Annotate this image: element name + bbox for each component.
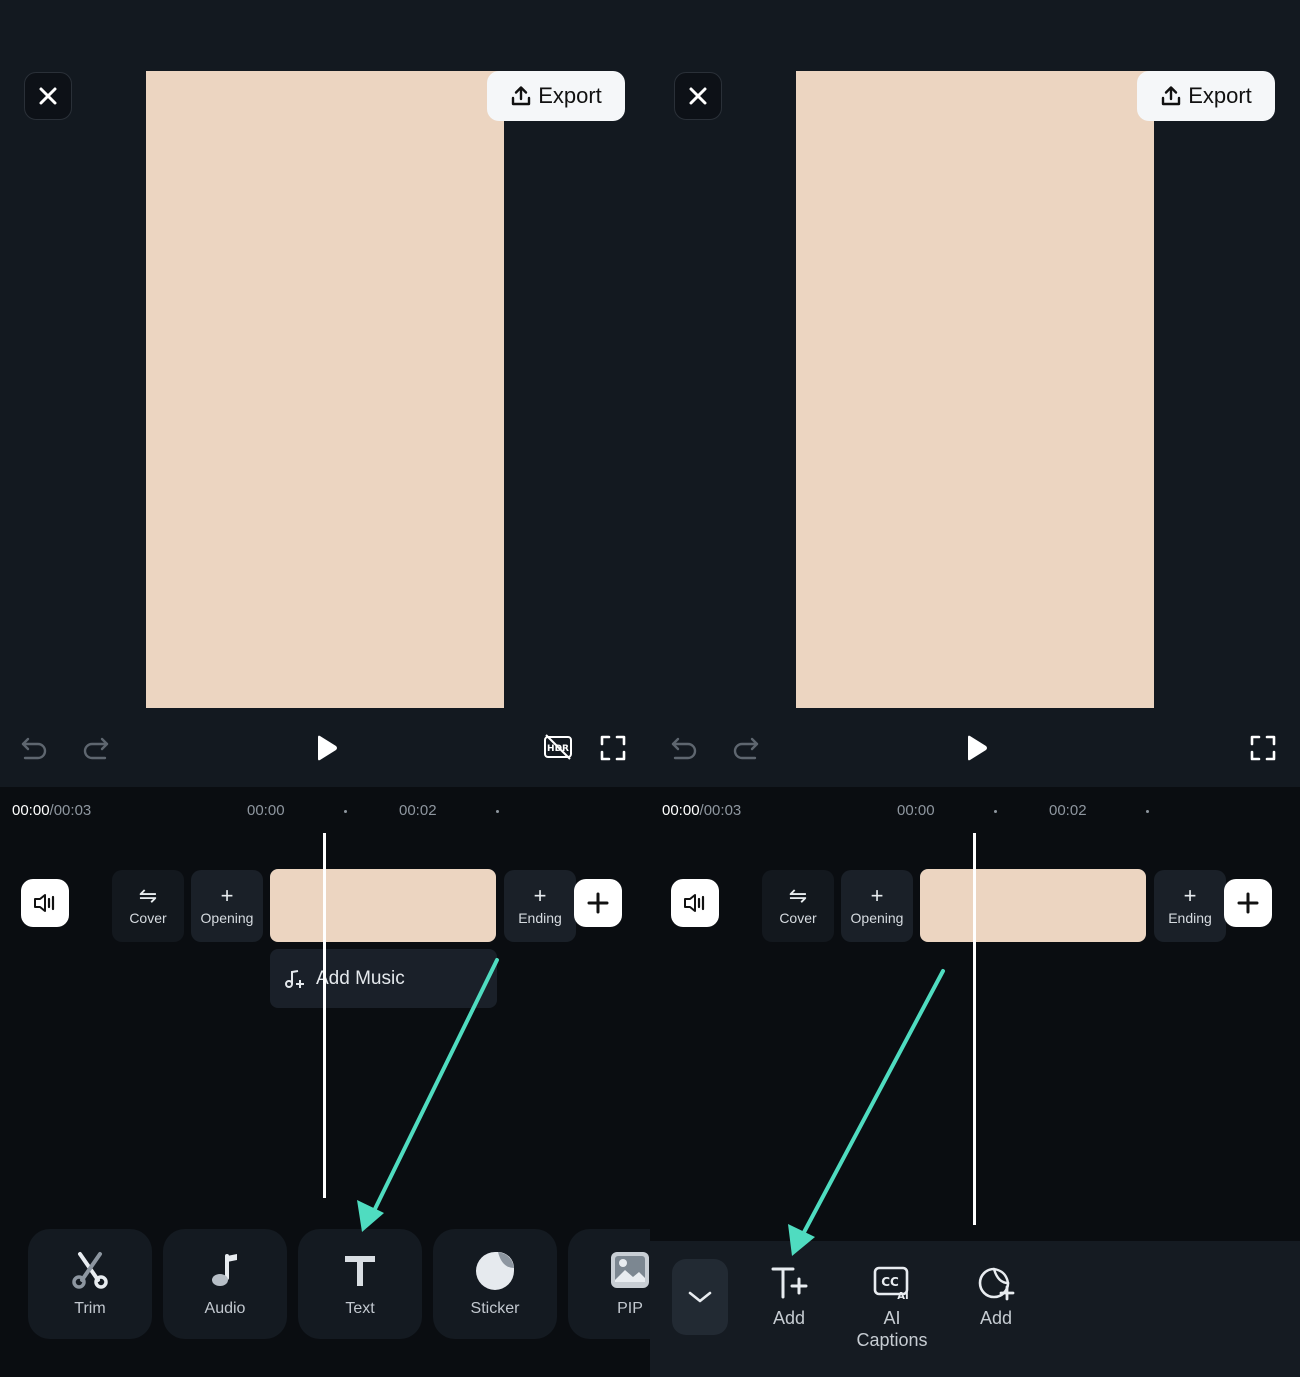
annotation-arrow: [788, 969, 945, 1256]
left-screen: Export HDR 00:00/00:03 00:00 00:02 ⇋ Cov…: [0, 0, 650, 1377]
annotation-arrow: [357, 958, 499, 1232]
right-screen: Export 00:00/00:03 00:00 00:02 ⇋ Cover +…: [650, 0, 1300, 1377]
